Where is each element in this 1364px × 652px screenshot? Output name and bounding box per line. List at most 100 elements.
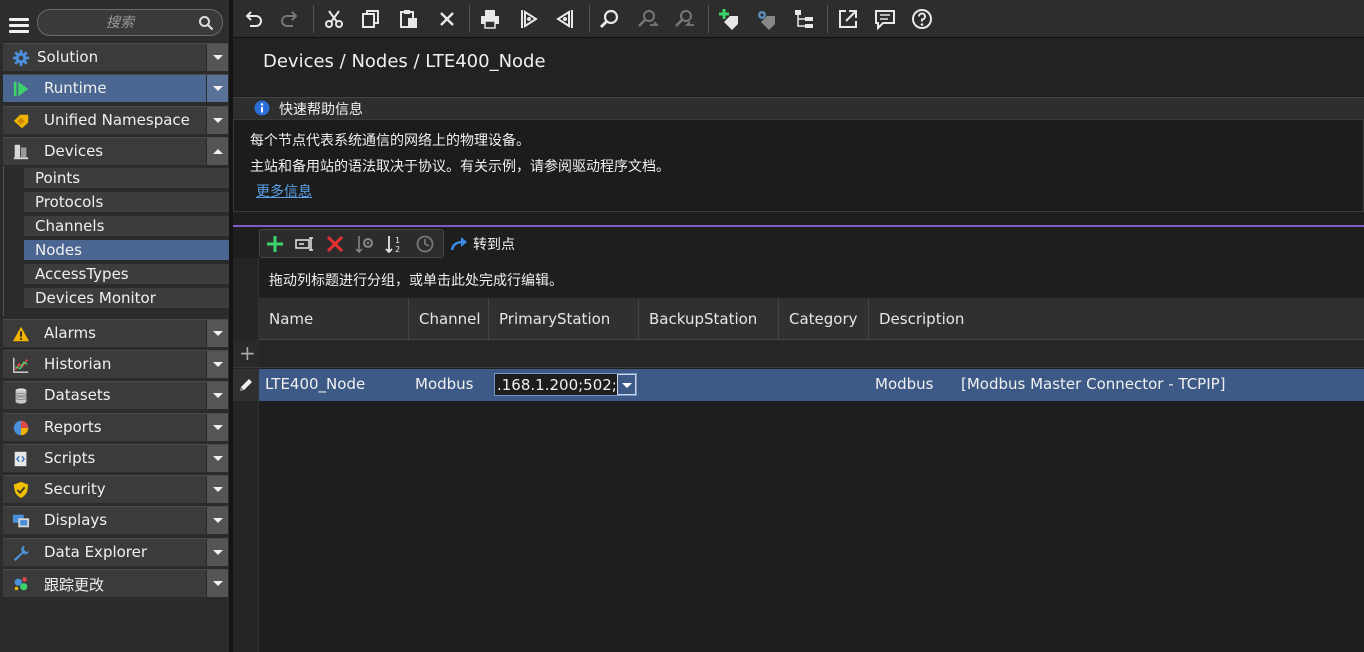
- search-input[interactable]: [50, 13, 190, 32]
- help-text-line: 每个节点代表系统通信的网络上的物理设备。: [250, 133, 530, 149]
- chevron-down-icon[interactable]: [206, 539, 228, 566]
- nav-group-runtime[interactable]: Runtime: [3, 74, 228, 102]
- nav-item-devices-monitor[interactable]: Devices Monitor: [24, 288, 231, 309]
- nav-item-protocols[interactable]: Protocols: [24, 192, 231, 213]
- nav-group-displays[interactable]: Displays: [3, 506, 228, 534]
- print-icon[interactable]: [479, 8, 501, 30]
- column-header-primary-station[interactable]: PrimaryStation: [489, 298, 639, 340]
- chevron-down-icon[interactable]: [206, 570, 228, 597]
- nav-group-historian[interactable]: Historian: [3, 350, 228, 378]
- nav-group-devices[interactable]: Devices: [3, 137, 228, 165]
- chevron-down-icon[interactable]: [206, 44, 228, 71]
- column-settings-icon[interactable]: [355, 234, 375, 254]
- more-info-link[interactable]: 更多信息: [256, 181, 312, 201]
- nav-group-label: Devices: [44, 142, 104, 160]
- nav-item-nodes[interactable]: Nodes: [24, 240, 231, 261]
- chevron-down-icon[interactable]: [206, 476, 228, 503]
- find-next-icon[interactable]: [637, 8, 660, 30]
- cell-channel[interactable]: Modbus: [415, 375, 473, 393]
- cell-name[interactable]: LTE400_Node: [265, 375, 365, 393]
- delete-icon[interactable]: [436, 8, 458, 30]
- rename-icon[interactable]: [295, 234, 315, 254]
- chevron-down-icon[interactable]: [206, 320, 228, 347]
- nav-item-accesstypes[interactable]: AccessTypes: [24, 264, 231, 285]
- comment-icon[interactable]: [874, 8, 896, 31]
- chevron-down-icon[interactable]: [206, 382, 228, 409]
- nav-group-label: Data Explorer: [44, 543, 148, 561]
- delete-row-icon[interactable]: [325, 234, 345, 254]
- nav-group-alarms[interactable]: Alarms: [3, 319, 228, 347]
- git-merge-icon[interactable]: [555, 8, 577, 30]
- nav-group-label: Unified Namespace: [44, 111, 190, 129]
- redo-icon[interactable]: [279, 8, 301, 30]
- hierarchy-icon[interactable]: [793, 8, 815, 30]
- nav-item-points[interactable]: Points: [24, 168, 231, 189]
- sort-icon[interactable]: 12: [385, 234, 405, 254]
- group-by-hint: 拖动列标题进行分组，或单击此处完成行编辑。: [269, 273, 563, 289]
- add-row-icon[interactable]: [265, 234, 285, 254]
- chevron-down-icon[interactable]: [206, 107, 228, 134]
- warning-icon: [12, 326, 30, 342]
- find-icon[interactable]: [599, 8, 621, 30]
- primary-station-editor[interactable]: [494, 373, 637, 396]
- copy-icon[interactable]: [360, 8, 382, 30]
- nav-item-label: AccessTypes: [35, 265, 129, 283]
- column-header-label: BackupStation: [649, 310, 758, 328]
- undo-icon[interactable]: [242, 8, 264, 30]
- svg-text:2: 2: [395, 245, 400, 254]
- section-divider: [233, 225, 1364, 227]
- help-icon[interactable]: [911, 8, 933, 30]
- new-row[interactable]: [259, 340, 1364, 368]
- nav-group-label: Alarms: [44, 324, 96, 342]
- nav-group-track-changes[interactable]: 跟踪更改: [3, 569, 228, 597]
- column-header-backup-station[interactable]: BackupStation: [639, 298, 779, 340]
- navigation-panel: Solution Runtime Unified Namespace Devic…: [0, 0, 231, 652]
- nav-group-label: Runtime: [44, 79, 107, 97]
- menu-icon[interactable]: [9, 18, 29, 34]
- chevron-down-icon[interactable]: [206, 445, 228, 472]
- paste-icon[interactable]: [398, 8, 420, 30]
- column-header-description[interactable]: Description: [869, 298, 1364, 340]
- nav-group-solution[interactable]: Solution: [3, 43, 228, 71]
- nav-group-label: Scripts: [44, 449, 96, 467]
- column-header-category[interactable]: Category: [779, 298, 869, 340]
- tag-settings-icon[interactable]: [755, 8, 777, 30]
- wrench-icon: [13, 545, 30, 562]
- chevron-down-icon[interactable]: [206, 75, 228, 102]
- git-compare-icon[interactable]: [517, 8, 539, 30]
- chevron-down-icon[interactable]: [206, 507, 228, 534]
- nav-group-reports[interactable]: Reports: [3, 413, 228, 441]
- play-icon: [13, 81, 29, 97]
- column-header-channel[interactable]: Channel: [409, 298, 489, 340]
- nav-group-datasets[interactable]: Datasets: [3, 381, 228, 409]
- cut-icon[interactable]: [323, 8, 345, 30]
- column-header-name[interactable]: Name: [259, 298, 409, 340]
- script-icon: [14, 451, 27, 467]
- new-row-indicator[interactable]: +: [233, 340, 259, 368]
- chevron-down-icon[interactable]: [617, 374, 636, 395]
- chevron-down-icon[interactable]: [206, 414, 228, 441]
- table-row[interactable]: LTE400_Node Modbus Modbus [Modbus Master…: [259, 369, 1364, 401]
- nav-group-label: Solution: [37, 48, 99, 66]
- nav-group-data-explorer[interactable]: Data Explorer: [3, 538, 228, 566]
- find-previous-icon[interactable]: [674, 8, 696, 30]
- nav-item-channels[interactable]: Channels: [24, 216, 231, 237]
- cell-category[interactable]: Modbus: [875, 375, 933, 393]
- add-tag-icon[interactable]: [718, 8, 740, 30]
- primary-station-input[interactable]: [497, 375, 615, 394]
- nav-group-unified-namespace[interactable]: Unified Namespace: [3, 106, 228, 134]
- chevron-down-icon[interactable]: [206, 351, 228, 378]
- open-external-icon[interactable]: [837, 8, 859, 30]
- nav-group-scripts[interactable]: Scripts: [3, 444, 228, 472]
- group-by-panel[interactable]: 拖动列标题进行分组，或单击此处完成行编辑。: [259, 262, 1364, 298]
- history-icon[interactable]: [415, 234, 435, 254]
- nav-group-security[interactable]: Security: [3, 475, 228, 503]
- search-icon[interactable]: [198, 15, 214, 31]
- cell-description[interactable]: [Modbus Master Connector - TCPIP]: [961, 375, 1226, 393]
- search-box[interactable]: [37, 9, 223, 36]
- quick-help-header[interactable]: 快速帮助信息: [233, 97, 1364, 119]
- chevron-up-icon[interactable]: [206, 138, 228, 165]
- nav-group-label: Reports: [44, 418, 102, 436]
- row-indicator-column: [233, 258, 259, 652]
- breadcrumb: Devices / Nodes / LTE400_Node: [263, 51, 546, 72]
